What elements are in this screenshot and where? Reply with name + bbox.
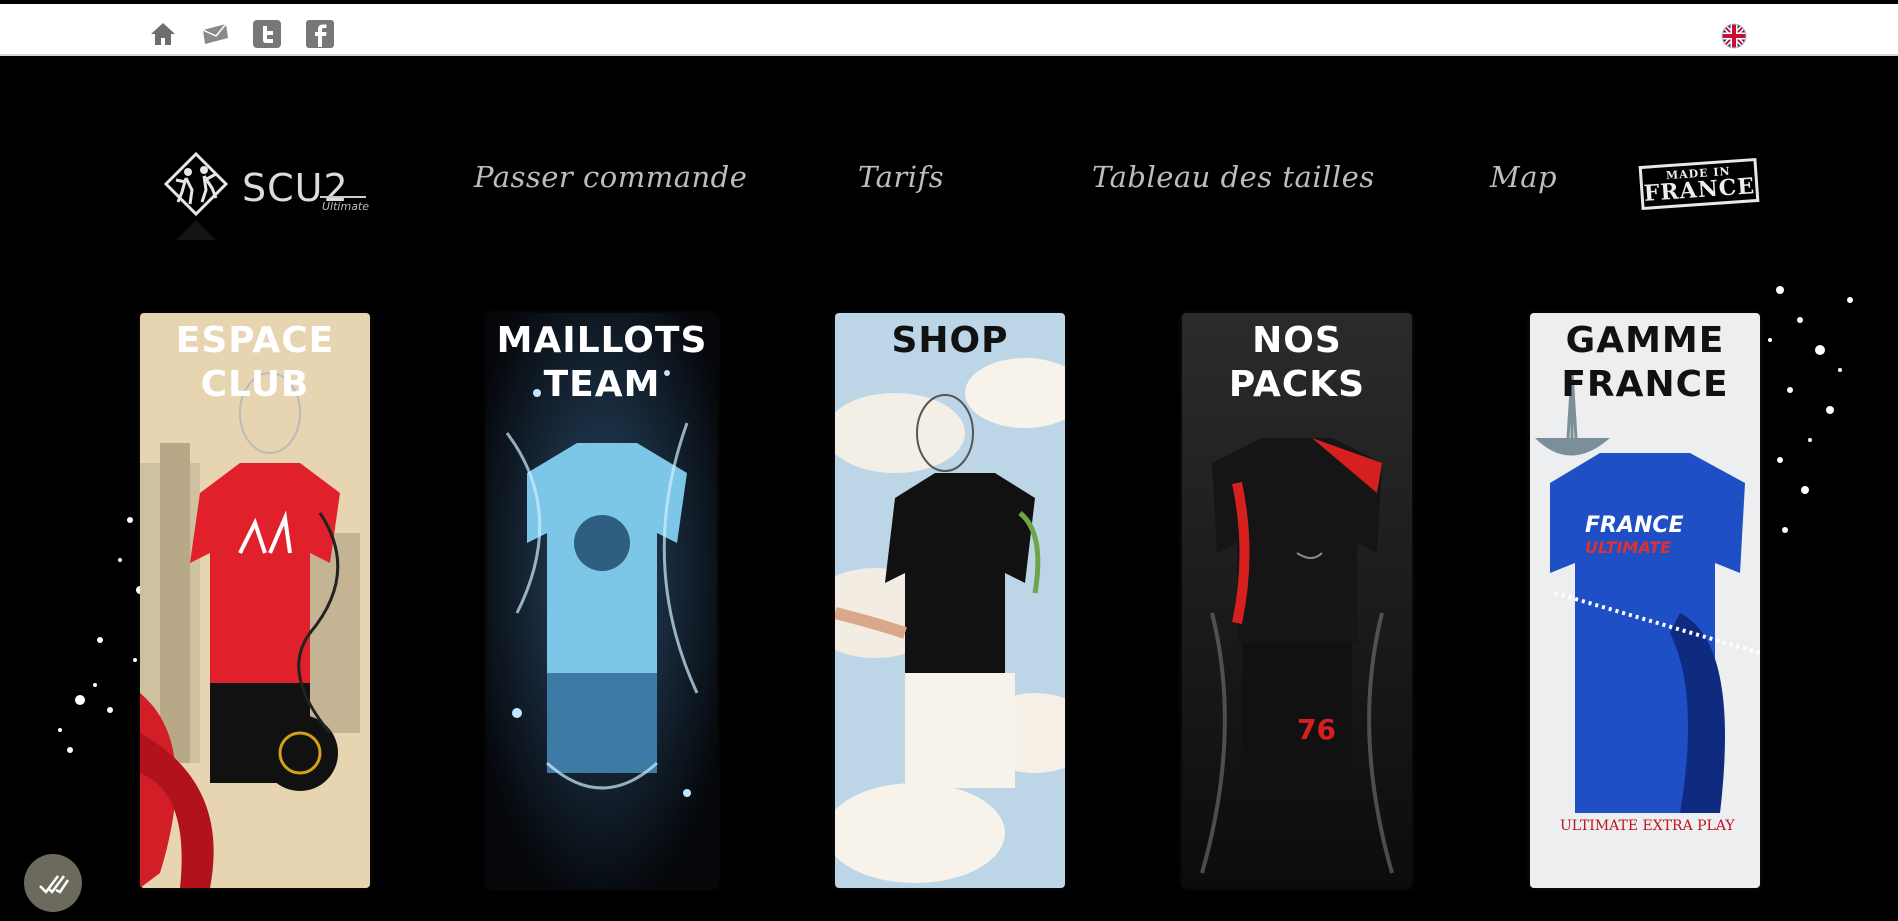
panel-title-gamme-france: GAMME FRANCE bbox=[1530, 319, 1760, 407]
twitter-icon[interactable] bbox=[252, 19, 282, 49]
panel-gamme-france[interactable]: GAMME FRANCE FRANCE ULTIMATE ULTIMATE EX… bbox=[1530, 313, 1760, 888]
mail-icon[interactable] bbox=[200, 19, 230, 49]
france-shirt-subtext: ULTIMATE bbox=[1585, 538, 1672, 557]
home-icon[interactable] bbox=[148, 19, 178, 49]
nav-map[interactable]: Map bbox=[1490, 160, 1557, 200]
panel-title-line2: FRANCE bbox=[1561, 364, 1729, 405]
france-text: FRANCE bbox=[1642, 172, 1756, 207]
scu2-logo[interactable]: SCU2 Ultimate bbox=[160, 148, 380, 243]
france-shirt-text: FRANCE bbox=[1585, 513, 1684, 538]
nav-tarifs[interactable]: Tarifs bbox=[858, 160, 944, 200]
panel-title-nos-packs: NOS PACKS bbox=[1182, 319, 1412, 407]
panel-nos-packs[interactable]: NOS PACKS 76 bbox=[1182, 313, 1412, 888]
panel-title-espace-club: ESPACE CLUB bbox=[140, 319, 370, 407]
panel-title-line2: TEAM bbox=[543, 364, 661, 405]
main-nav: SCU2 Ultimate Passer commande Tarifs Tab… bbox=[0, 140, 1898, 250]
double-check-button[interactable] bbox=[24, 854, 82, 912]
panel-title-maillots-team: MAILLOTS TEAM bbox=[487, 319, 717, 407]
paint-splatter-right bbox=[1768, 286, 1853, 533]
panel-title-line1: SHOP bbox=[891, 320, 1009, 361]
shop-illustration bbox=[835, 313, 1065, 888]
panel-title-line1: GAMME bbox=[1565, 320, 1725, 361]
panel-title-line2: CLUB bbox=[200, 364, 310, 405]
double-check-icon bbox=[39, 875, 70, 894]
france-word-cloud: ULTIMATE EXTRA PLAY bbox=[1560, 818, 1735, 834]
top-bar bbox=[0, 0, 1898, 56]
nav-tableau-des-tailles[interactable]: Tableau des tailles bbox=[1092, 160, 1375, 200]
facebook-icon[interactable] bbox=[305, 19, 335, 49]
panel-title-line1: MAILLOTS bbox=[496, 320, 708, 361]
made-in-france-badge: MADE IN FRANCE bbox=[1638, 157, 1760, 211]
panel-shop[interactable]: SHOP bbox=[835, 313, 1065, 888]
logo-subtitle: Ultimate bbox=[322, 200, 370, 213]
panel-title-line2: PACKS bbox=[1228, 364, 1366, 405]
logo-underline bbox=[320, 196, 366, 198]
panel-maillots-team[interactable]: MAILLOTS TEAM bbox=[487, 313, 717, 888]
panel-title-line1: ESPACE bbox=[175, 320, 335, 361]
panel-title-shop: SHOP bbox=[835, 319, 1065, 363]
panel-espace-club[interactable]: ESPACE CLUB bbox=[140, 313, 370, 888]
panel-title-line1: NOS bbox=[1252, 320, 1342, 361]
uk-flag-icon[interactable] bbox=[1720, 22, 1748, 50]
nav-passer-commande[interactable]: Passer commande bbox=[474, 160, 747, 200]
packs-shorts-number: 76 bbox=[1297, 713, 1336, 746]
